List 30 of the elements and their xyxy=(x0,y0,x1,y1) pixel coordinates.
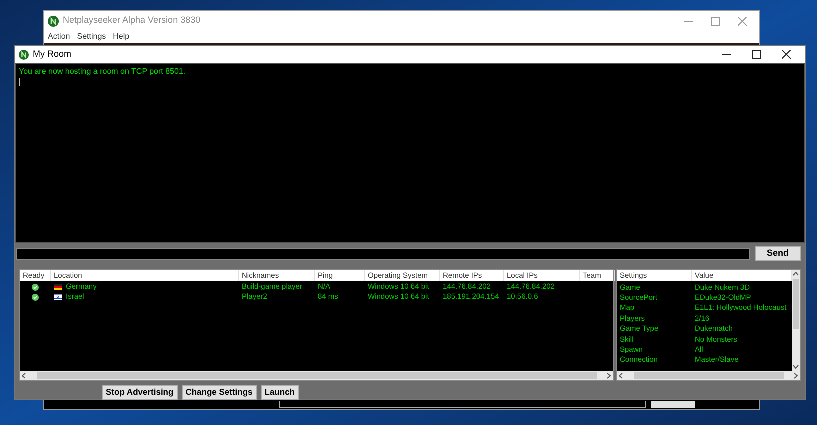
scrollbar-thumb[interactable] xyxy=(793,279,799,329)
action-button[interactable]: Launch xyxy=(260,385,299,400)
scroll-right-icon[interactable] xyxy=(794,372,798,378)
scrollbar-thumb[interactable] xyxy=(634,372,784,379)
maximize-icon[interactable] xyxy=(752,50,761,59)
close-icon[interactable] xyxy=(782,50,791,59)
message-field[interactable] xyxy=(16,248,750,260)
text-cursor xyxy=(19,78,20,86)
chat-message: You are now hosting a room on TCP port 8501. xyxy=(19,67,187,77)
menu-item[interactable]: Settings xyxy=(77,30,106,42)
vertical-scrollbar[interactable] xyxy=(792,270,800,371)
scroll-left-icon[interactable] xyxy=(619,372,623,378)
action-button[interactable]: Change Settings xyxy=(182,385,257,400)
window-title: Netplayseeker Alpha Version 3830 xyxy=(63,14,201,28)
scroll-left-icon[interactable] xyxy=(22,372,26,378)
scrollbar-thumb[interactable] xyxy=(36,372,596,379)
app-logo-icon xyxy=(19,50,29,60)
app-logo-icon xyxy=(48,16,59,26)
menu-item[interactable]: Action xyxy=(48,30,70,42)
scroll-up-icon[interactable] xyxy=(793,272,799,276)
send-button[interactable]: Send xyxy=(755,246,801,261)
germany-flag-icon xyxy=(54,284,62,290)
action-button[interactable]: Stop Advertising xyxy=(102,385,178,400)
scroll-right-icon[interactable] xyxy=(607,372,611,378)
menu-item[interactable]: Help xyxy=(113,30,130,42)
horizontal-scrollbar[interactable] xyxy=(617,371,800,380)
window-title: My Room xyxy=(33,48,72,61)
israel-flag-icon xyxy=(54,294,62,300)
scroll-down-icon[interactable] xyxy=(793,365,799,369)
horizontal-scrollbar[interactable] xyxy=(20,371,613,380)
